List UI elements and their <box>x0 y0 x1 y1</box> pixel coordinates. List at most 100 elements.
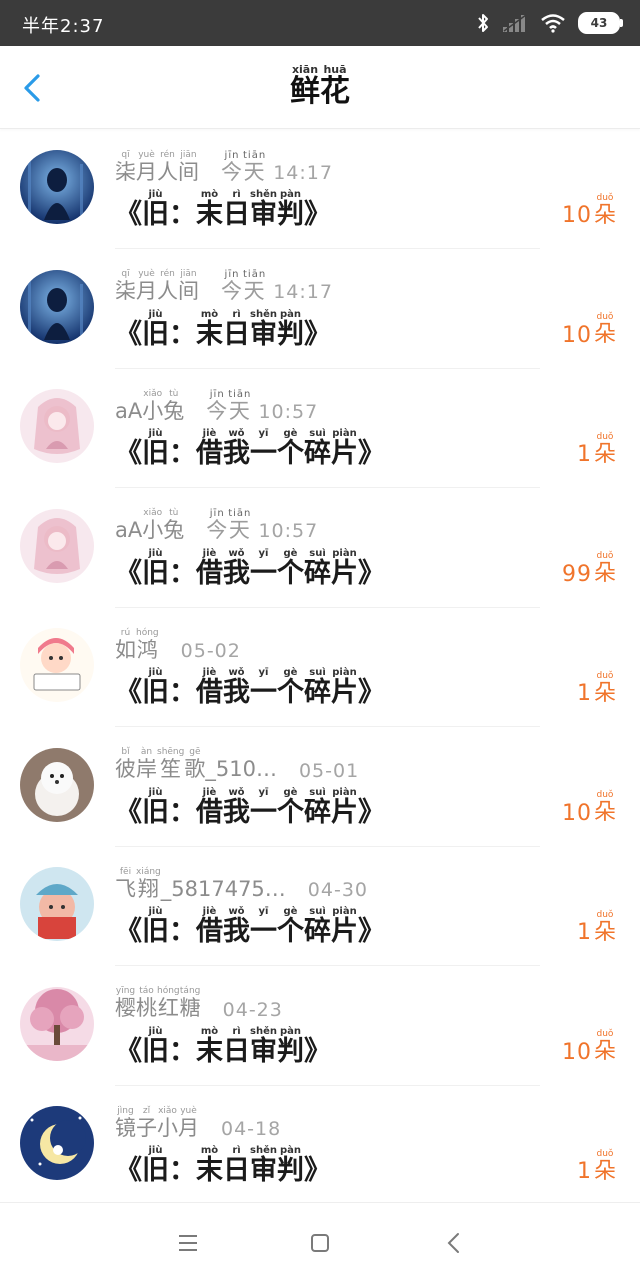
list-item[interactable]: fēi 飞 xiáng 翔 _5817475… 04-30 《 jiù 旧： jiè 借 wǒ 我 yī 一… <box>0 847 640 966</box>
name-char: fēi 飞 <box>115 867 136 901</box>
character: 个 <box>277 677 304 709</box>
home-icon[interactable] <box>304 1227 336 1259</box>
character: 个 <box>277 557 304 589</box>
character: 碎 <box>304 677 331 709</box>
character: 朵 <box>593 1039 616 1065</box>
message-char: piàn 片 <box>331 787 358 828</box>
character: 今 <box>221 159 243 184</box>
avatar-moon-night-image <box>20 1106 94 1180</box>
avatar[interactable] <box>20 628 94 702</box>
name-char: táo 桃 <box>136 986 157 1020</box>
character: 糖 <box>179 996 201 1021</box>
character: 碎 <box>304 438 331 470</box>
character: 桃 <box>136 996 157 1021</box>
avatar[interactable] <box>20 747 94 822</box>
message-char: mò 末 <box>196 189 223 230</box>
name-char: xiǎo 小 <box>142 389 163 423</box>
message-char: piàn 片 <box>331 906 358 947</box>
avatar-cartoon-girl-image <box>20 628 94 702</box>
name-char: xiǎo 小 <box>142 508 163 542</box>
title-char: xiān 鲜 <box>290 64 320 108</box>
message-char: ： <box>169 548 196 589</box>
character: 》 <box>358 916 385 948</box>
message-char: 》 <box>304 1145 331 1186</box>
character: 《 <box>115 1155 142 1187</box>
list-item[interactable]: qī 柒 yuè 月 rén 人 jiān 间 jīn 今 tiān 天 14:17 《 jiù 旧： mò 末… <box>0 130 640 249</box>
list-item[interactable]: bǐ 彼 àn 岸 shēng 笙 gē 歌 _510… 05-01 《 jiù 旧： jiè 借 wǒ 我 yī… <box>0 728 640 847</box>
character: 借 <box>196 557 223 589</box>
message-char: 《 <box>115 548 142 589</box>
character: 《 <box>115 438 142 470</box>
message-char: jiù 旧 <box>142 787 169 828</box>
avatar[interactable] <box>20 867 94 941</box>
timestamp: 04-18 <box>221 1118 281 1140</box>
character: 花 <box>320 74 350 109</box>
avatar-pink-tree-image <box>20 986 94 1061</box>
timestamp-text: 04-18 <box>221 1118 282 1140</box>
name-char: rú 如 <box>115 628 136 662</box>
character: 借 <box>196 677 223 709</box>
sender-name: aA xiǎo 小 tù 兔 <box>115 389 184 423</box>
avatar[interactable] <box>20 986 94 1061</box>
flower-count: 10 duǒ 朵 <box>561 1025 616 1065</box>
menu-icon[interactable] <box>172 1227 204 1259</box>
list-item[interactable]: aA xiǎo 小 tù 兔 jīn 今 tiān 天 10:57 《 jiù 旧： jiè 借 wǒ 我 yī… <box>0 489 640 608</box>
flower-count-number: 10 <box>561 322 592 348</box>
message-char: 《 <box>115 309 142 350</box>
avatar[interactable] <box>20 1106 94 1180</box>
status-time: 半年2:37 <box>22 16 105 37</box>
avatar[interactable] <box>20 389 94 463</box>
list-item[interactable]: qī 柒 yuè 月 rén 人 jiān 间 jīn 今 tiān 天 14:17 《 jiù 旧： mò 末… <box>0 250 640 369</box>
message-char: suì 碎 <box>304 787 331 828</box>
character: aA <box>115 398 143 423</box>
character: 鲜 <box>290 74 320 109</box>
avatar-pink-anime-image <box>20 389 94 463</box>
character: ： <box>169 1155 196 1187</box>
flower-count: 99 duǒ 朵 <box>562 547 616 586</box>
character: 飞 <box>115 876 136 901</box>
avatar[interactable] <box>20 508 94 583</box>
list-item[interactable]: aA xiǎo 小 tù 兔 jīn 今 tiān 天 10:57 《 jiù 旧： jiè 借 wǒ 我 yī… <box>0 369 640 488</box>
list-item[interactable]: jìng 镜 zǐ 子 xiǎo 小 yuè 月 04-18 《 jiù 旧： mò 末 rì 日 shěn 审 p… <box>0 1086 640 1205</box>
flower-count: 10 duǒ 朵 <box>562 188 616 228</box>
sender-name: rú 如 hóng 鸿 <box>115 628 159 662</box>
name-char: yuè 月 <box>178 1106 199 1140</box>
flower-count-number: 10 <box>561 1039 592 1065</box>
name-char: táng 糖 <box>180 986 201 1020</box>
character: 片 <box>331 677 358 709</box>
character: 》 <box>304 1035 331 1067</box>
avatar[interactable] <box>20 150 94 224</box>
message-char: gè 个 <box>277 906 304 947</box>
character: 旧 <box>142 796 169 828</box>
message-char: 》 <box>304 309 331 350</box>
wifi-icon <box>541 14 565 33</box>
character: 日 <box>223 199 250 231</box>
sender-name: jìng 镜 zǐ 子 xiǎo 小 yuè 月 <box>115 1106 199 1140</box>
gift-message: 《 jiù 旧： mò 末 rì 日 shěn 审 pàn 判》 <box>115 304 331 350</box>
time-char: jīn 今 <box>206 508 228 542</box>
message-char: 》 <box>304 189 331 230</box>
name-char: rén 人 <box>157 150 178 184</box>
back-icon[interactable] <box>438 1227 470 1259</box>
character: 小 <box>157 1115 178 1140</box>
timestamp-text: 05-01 <box>298 759 360 782</box>
list-item[interactable]: yīng 樱 táo 桃 hóng 红 táng 糖 04-23 《 jiù 旧： mò 末 rì 日 shěn… <box>0 967 640 1086</box>
timestamp: jīn 今 tiān 天 10:57 <box>206 508 318 542</box>
character: 片 <box>331 557 358 589</box>
list-item[interactable]: rú 如 hóng 鸿 05-02 《 jiù 旧： jiè 借 wǒ 我 yī 一 gè 个 suì 碎 piàn… <box>0 608 640 727</box>
name-char: qī 柒 <box>115 269 136 303</box>
item-meta: yīng 樱 táo 桃 hóng 红 táng 糖 04-23 <box>115 981 283 1020</box>
sender-name: fēi 飞 xiáng 翔 _5817475… <box>115 867 286 901</box>
message-char: jiù 旧 <box>142 548 169 589</box>
time-char: tiān 天 <box>228 508 251 542</box>
item-meta: aA xiǎo 小 tù 兔 jīn 今 tiān 天 10:57 <box>115 383 318 423</box>
flower-count: 10 duǒ 朵 <box>561 308 616 348</box>
message-char: yī 一 <box>250 667 277 708</box>
item-meta: fēi 飞 xiáng 翔 _5817475… 04-30 <box>115 861 368 901</box>
flower-count-number: 1 <box>576 442 592 467</box>
avatar[interactable] <box>20 269 94 344</box>
message-char: wǒ 我 <box>223 667 250 708</box>
message-char: 》 <box>358 428 385 469</box>
flower-count-number: 1 <box>576 920 592 945</box>
time-char: jīn 今 <box>221 150 243 184</box>
